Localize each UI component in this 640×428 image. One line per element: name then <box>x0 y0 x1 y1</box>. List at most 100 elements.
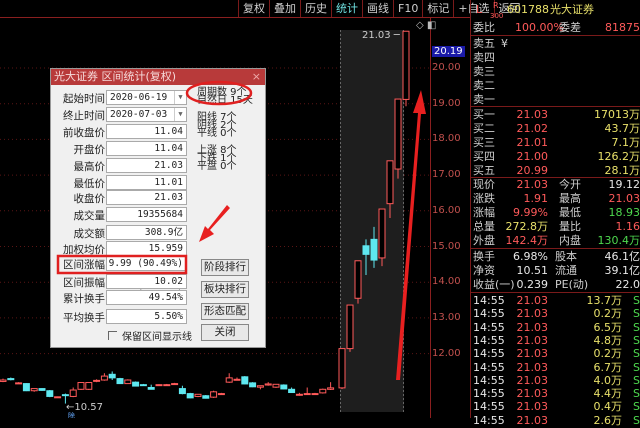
cell: 外盘 <box>473 234 495 248</box>
candle-up <box>347 305 353 349</box>
field-label: 收盘价 <box>51 191 105 206</box>
date-select[interactable]: 2020-07-03▼ <box>106 107 187 122</box>
cell: 涨跌 <box>473 192 495 206</box>
cell: S <box>633 414 640 428</box>
toolbar-button-3[interactable]: 统计 <box>331 0 362 17</box>
cell: 17013万 <box>594 108 640 122</box>
field-label: 最低价 <box>51 176 105 191</box>
candle-up <box>86 383 92 390</box>
candle-up <box>403 31 409 99</box>
cell: 6.5万 <box>594 321 623 335</box>
cell: 130.4万 <box>598 234 640 248</box>
dialog-button-2[interactable]: 形态匹配 <box>201 303 249 320</box>
sell-level: 卖二 <box>471 79 640 93</box>
tick-row: 14:5521.0313.7万S <box>471 294 640 308</box>
field-label: 最高价 <box>51 159 105 174</box>
cell: S <box>633 307 640 321</box>
candle-up <box>218 394 224 395</box>
candle-up <box>94 380 100 381</box>
field-value: 5.50% <box>106 309 187 324</box>
cell: 10.51 <box>517 264 549 278</box>
close-icon[interactable]: × <box>252 69 261 85</box>
candle-up <box>101 376 107 380</box>
field-value-text: 11.04 <box>154 126 183 137</box>
candle-down <box>117 379 123 384</box>
axis-label: 15.00 <box>432 241 461 252</box>
field-value-text: 308.9亿 <box>145 227 183 238</box>
candle-up <box>70 390 76 396</box>
dialog-titlebar[interactable]: 光大证券 区间统计(复权)× <box>51 69 265 85</box>
buy-level: 买五20.9928.1万 <box>471 164 640 178</box>
candle-up <box>0 380 6 381</box>
cell: 收益(一) <box>473 278 515 292</box>
field-value: 15.959 <box>106 241 187 256</box>
candle-up <box>234 379 240 380</box>
field-label: 起始时间 <box>51 91 105 106</box>
cell: 14:55 <box>473 347 505 361</box>
dialog-button-1[interactable]: 板块排行 <box>201 281 249 298</box>
quote-stat: 总量272.8万量比1.16 <box>471 220 640 234</box>
chevron-down-icon[interactable]: ▼ <box>174 108 186 121</box>
quote-stat: 收益(一)0.239PE(动)22.0 <box>471 278 640 292</box>
cell: S <box>633 387 640 401</box>
cell: 0.2万 <box>594 307 623 321</box>
field-value-text: 5.50% <box>154 311 183 322</box>
buy-level: 买二21.0243.7万 <box>471 122 640 136</box>
cell: 21.03 <box>609 192 640 206</box>
cell: 21.03 <box>517 387 549 401</box>
axis-label: 18.00 <box>432 133 461 144</box>
candle-down <box>371 239 377 260</box>
field-value: 11.04 <box>106 124 187 139</box>
dialog-button-3[interactable]: 关闭 <box>201 324 249 341</box>
field-label: 成交量 <box>51 208 105 223</box>
cell: 买二 <box>473 122 495 136</box>
candle-up <box>355 261 361 298</box>
field-label: 区间振幅 <box>51 275 105 290</box>
toolbar-button-4[interactable]: 画线 <box>362 0 393 17</box>
toolbar-button-6[interactable]: 标记 <box>422 0 453 17</box>
toolbar-button-5[interactable]: F10 <box>393 0 422 17</box>
cell: 14:55 <box>473 361 505 375</box>
cell: S <box>633 294 640 308</box>
cell: 卖四 <box>473 51 495 65</box>
axis-label: 19.00 <box>432 98 461 109</box>
cell: 21.01 <box>517 136 549 150</box>
candle-down <box>109 374 115 378</box>
cell: 21.03 <box>517 374 549 388</box>
chevron-down-icon[interactable]: ▼ <box>174 91 186 104</box>
field-label: 成交额 <box>51 226 105 241</box>
toolbar-button-0[interactable]: 复权 <box>238 0 269 17</box>
candle-down <box>281 385 287 389</box>
tick-row: 14:5521.034.4万S <box>471 387 640 401</box>
candle-down <box>148 388 154 390</box>
axis-label: 13.00 <box>432 312 461 323</box>
cell: 14:55 <box>473 321 505 335</box>
cell: 总量 <box>473 220 495 234</box>
candle-up <box>156 385 162 386</box>
toolbar-button-1[interactable]: 叠加 <box>269 0 300 17</box>
date-select[interactable]: 2020-06-19▼ <box>106 90 187 105</box>
cell: 21.03 <box>517 294 549 308</box>
chart-tool-icons[interactable]: ◇ ◧ <box>416 20 436 31</box>
cell: ¥ <box>501 37 508 51</box>
cell: 1.16 <box>616 220 640 234</box>
field-label: 累计换手 <box>51 291 105 306</box>
keep-range-line-checkbox[interactable]: 保留区间显示线 <box>108 328 192 343</box>
cell: 9.99% <box>513 206 548 220</box>
cell: 21.00 <box>517 150 549 164</box>
dialog-button-0[interactable]: 阶段排行 <box>201 259 249 276</box>
toolbar-button-2[interactable]: 历史 <box>300 0 331 17</box>
cell: S <box>633 347 640 361</box>
cell: 126.2万 <box>598 150 640 164</box>
cell: 14:55 <box>473 307 505 321</box>
candle-up <box>339 349 345 388</box>
sell-level: 卖三 <box>471 65 640 79</box>
cell: S <box>633 374 640 388</box>
cell: 卖二 <box>473 79 495 93</box>
tick-row: 14:5521.030.2万S <box>471 307 640 321</box>
tick-row: 14:5521.034.8万S <box>471 334 640 348</box>
quote-stat: 现价21.03今开19.12 <box>471 178 640 192</box>
cell: 21.03 <box>517 347 549 361</box>
candle-up <box>387 161 393 204</box>
field-value-text: 49.54% <box>149 292 183 303</box>
